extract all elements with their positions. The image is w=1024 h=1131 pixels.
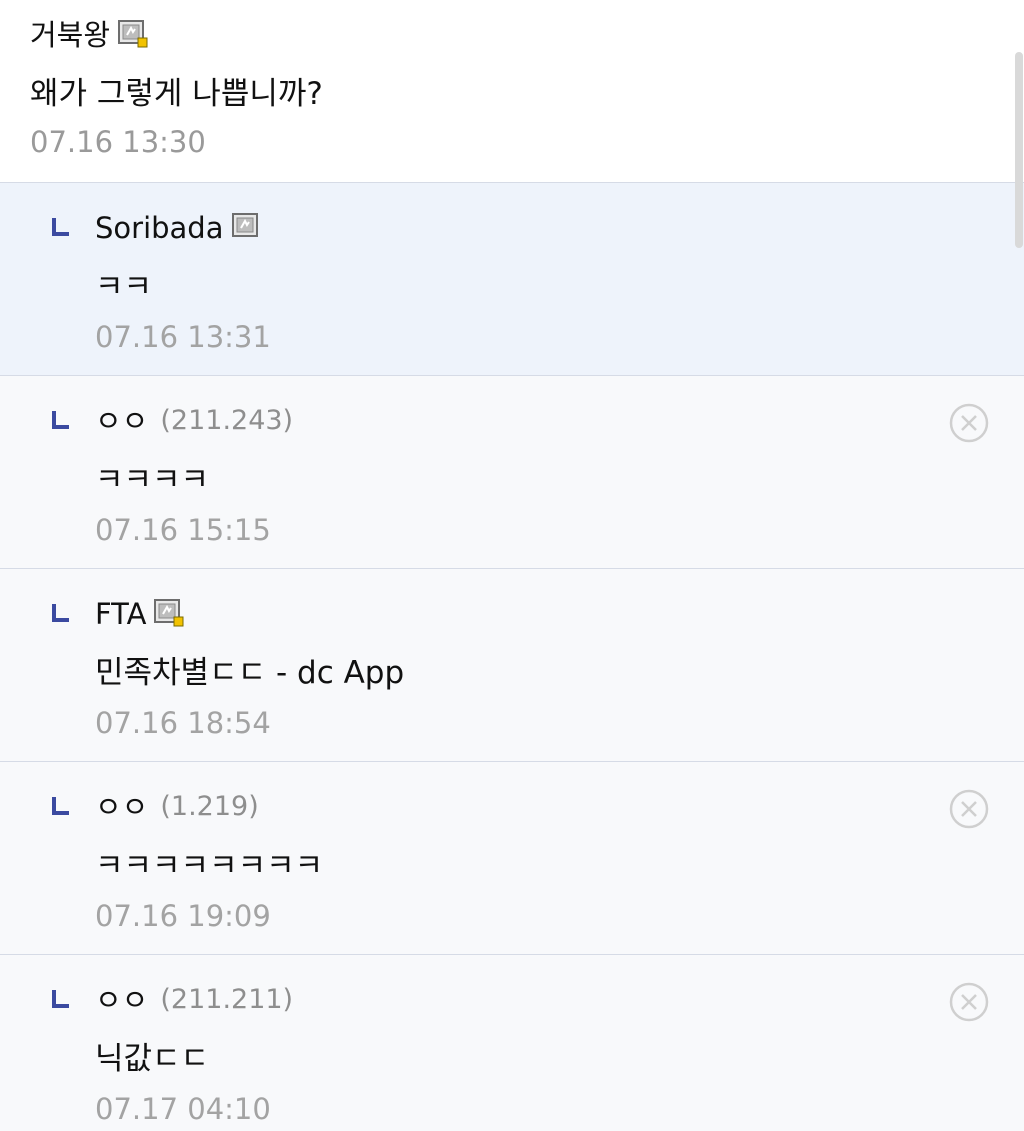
comment-thread: 거북왕 왜가 그렇게 나쁩니까? 07.16 13:30 Soribada ㅋㅋ…: [0, 0, 1024, 1131]
reply-time: 07.16 18:54: [95, 706, 271, 740]
reply-corner-icon: [51, 217, 71, 237]
reply-item: Soribada ㅋㅋ 07.16 13:31: [0, 183, 1024, 376]
reply-author-name[interactable]: Soribada: [95, 208, 224, 248]
parent-author-name[interactable]: 거북왕: [30, 15, 110, 55]
delete-button[interactable]: [948, 981, 990, 1023]
reply-author-row: FTA: [95, 593, 184, 635]
reply-author-row: ㅇㅇ (211.211): [95, 979, 293, 1021]
reply-author-ip: (211.211): [160, 984, 294, 1015]
reply-author-name[interactable]: ㅇㅇ: [95, 787, 148, 827]
delete-circle-x-icon: [949, 982, 989, 1022]
reply-text: 민족차별ㄷㄷ - dc App: [95, 655, 405, 691]
scrollbar-thumb[interactable]: [1015, 52, 1023, 248]
parent-comment-time: 07.16 13:30: [30, 125, 206, 159]
reply-author-name[interactable]: FTA: [95, 594, 146, 634]
parent-comment-text: 왜가 그렇게 나쁩니까?: [30, 76, 323, 112]
reply-text: ㅋㅋㅋㅋ: [95, 462, 210, 498]
gallery-member-icon: [154, 599, 184, 629]
reply-time: 07.16 19:09: [95, 899, 271, 933]
reply-text: ㅋㅋ: [95, 269, 153, 305]
delete-button[interactable]: [948, 788, 990, 830]
gallery-member-icon: [231, 213, 262, 243]
reply-item: ㅇㅇ (1.219) ㅋㅋㅋㅋㅋㅋㅋㅋ 07.16 19:09: [0, 762, 1024, 955]
reply-corner-icon: [51, 989, 71, 1009]
reply-corner-icon: [51, 603, 71, 623]
reply-author-row: ㅇㅇ (1.219): [95, 786, 259, 828]
reply-corner-icon: [51, 796, 71, 816]
delete-circle-x-icon: [949, 403, 989, 443]
delete-circle-x-icon: [949, 789, 989, 829]
reply-time: 07.16 15:15: [95, 513, 271, 547]
parent-author-row: 거북왕: [30, 14, 148, 56]
reply-author-ip: (1.219): [160, 791, 259, 822]
reply-text: ㅋㅋㅋㅋㅋㅋㅋㅋ: [95, 848, 324, 884]
reply-text: 닉값ㄷㄷ: [95, 1041, 210, 1077]
delete-button[interactable]: [948, 402, 990, 444]
reply-author-row: ㅇㅇ (211.243): [95, 400, 293, 442]
reply-author-ip: (211.243): [160, 405, 294, 436]
reply-item: FTA 민족차별ㄷㄷ - dc App 07.16 18:54: [0, 569, 1024, 762]
reply-author-name[interactable]: ㅇㅇ: [95, 980, 148, 1020]
reply-item: ㅇㅇ (211.211) 닉값ㄷㄷ 07.17 04:10: [0, 955, 1024, 1131]
reply-time: 07.16 13:31: [95, 320, 271, 354]
reply-author-name[interactable]: ㅇㅇ: [95, 401, 148, 441]
parent-comment: 거북왕 왜가 그렇게 나쁩니까? 07.16 13:30: [0, 0, 1024, 183]
gallery-member-icon: [118, 20, 148, 50]
reply-author-row: Soribada: [95, 207, 262, 249]
reply-item: ㅇㅇ (211.243) ㅋㅋㅋㅋ 07.16 15:15: [0, 376, 1024, 569]
scrollbar[interactable]: [1014, 0, 1024, 1131]
reply-corner-icon: [51, 410, 71, 430]
reply-time: 07.17 04:10: [95, 1092, 271, 1126]
